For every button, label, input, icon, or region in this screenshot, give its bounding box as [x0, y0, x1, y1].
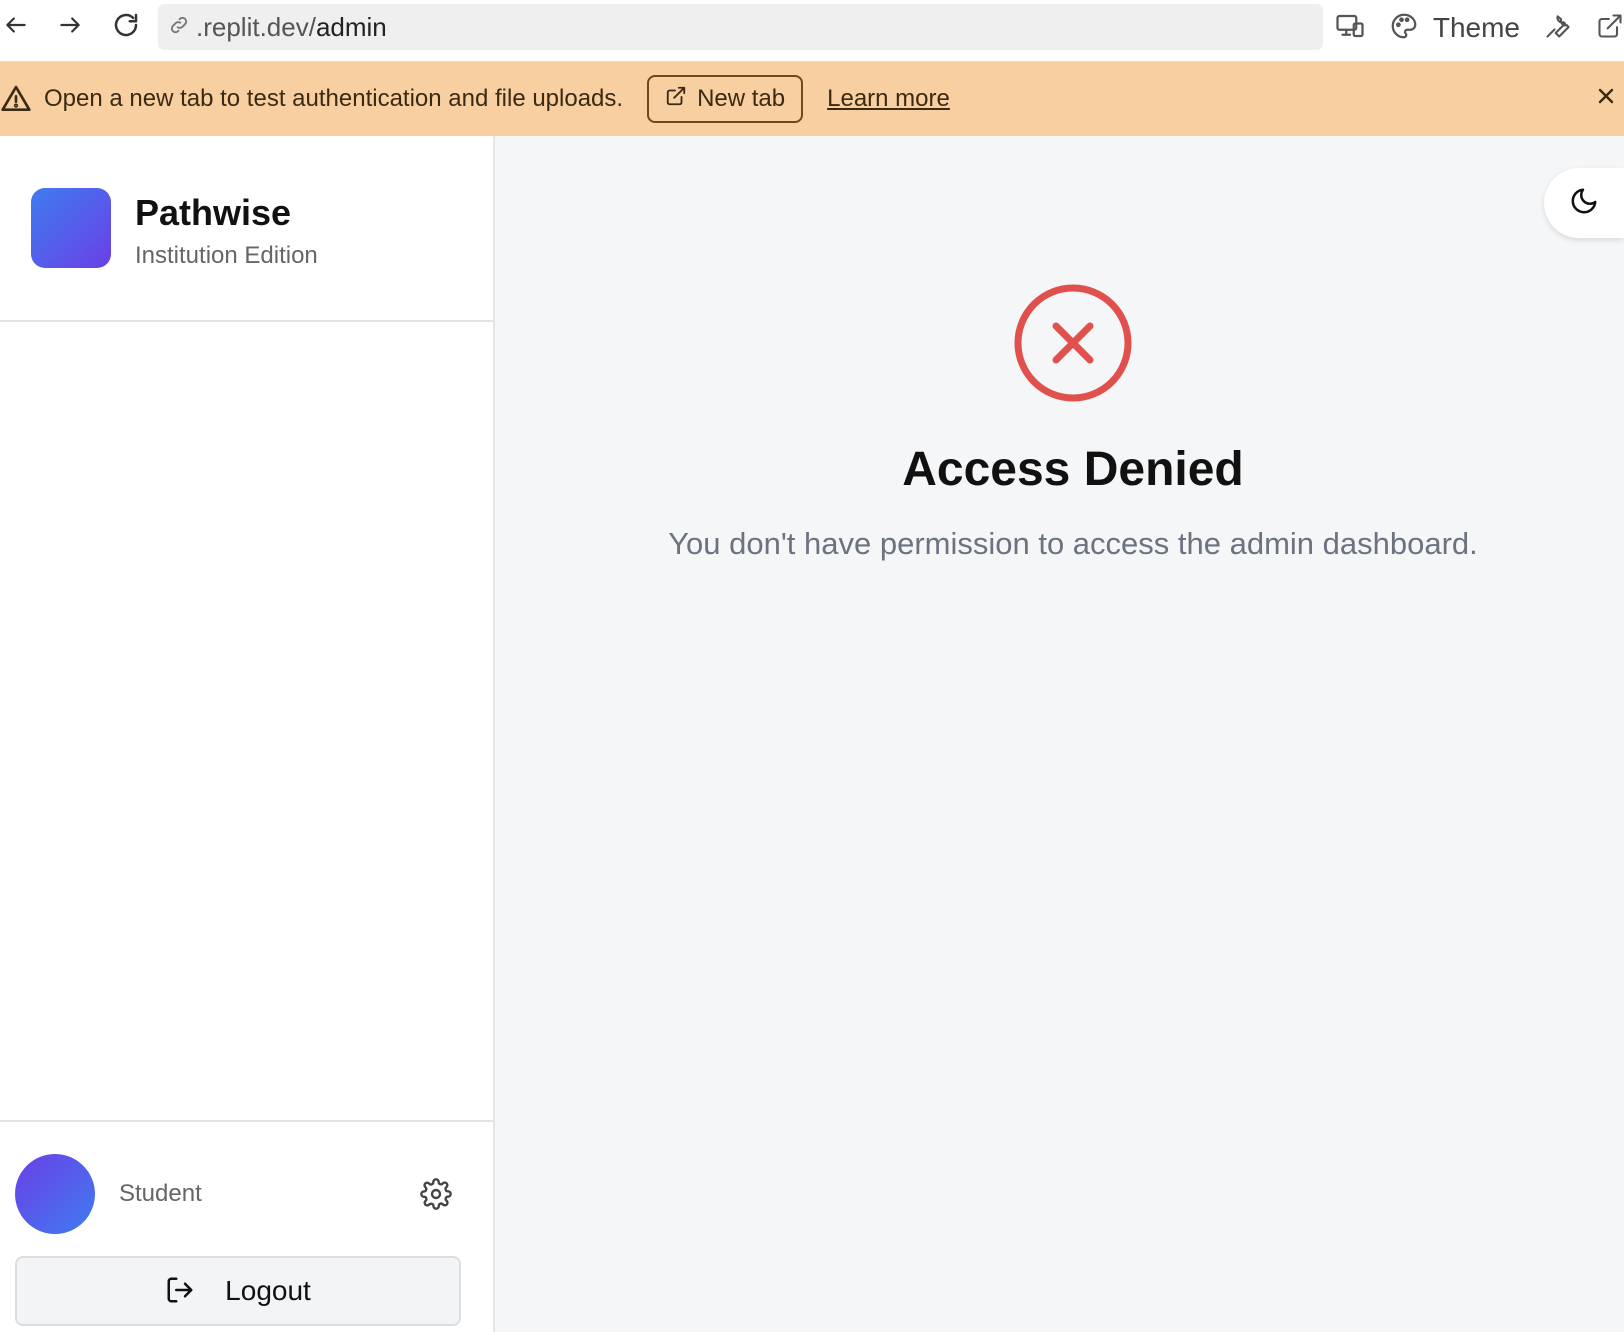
external-link-icon: [665, 85, 697, 114]
user-panel: Student Logout: [0, 1120, 493, 1332]
external-link-icon: [1596, 12, 1624, 45]
settings-button[interactable]: [420, 1178, 454, 1212]
error-message: You don't have permission to access the …: [668, 526, 1478, 561]
url-domain: .replit.dev/: [196, 11, 316, 42]
brand-logo: [31, 188, 111, 268]
reload-icon: [111, 10, 141, 45]
theme-button[interactable]: Theme: [1377, 11, 1532, 46]
moon-icon: [1569, 186, 1599, 221]
forward-arrow-icon: [57, 12, 83, 43]
devices-icon: [1335, 11, 1365, 46]
open-external-button[interactable]: [1584, 12, 1624, 45]
browser-toolbar: .replit.dev/admin Theme: [0, 0, 1624, 62]
logout-button[interactable]: Logout: [15, 1256, 461, 1326]
x-circle-icon: [1013, 283, 1133, 403]
dark-mode-toggle[interactable]: [1544, 168, 1624, 238]
brand-header: Pathwise Institution Edition: [0, 136, 493, 322]
toolbar-actions: Theme: [1323, 0, 1624, 56]
new-tab-button[interactable]: New tab: [647, 75, 804, 123]
brand-subtitle: Institution Edition: [135, 242, 318, 269]
main-content: Access Denied You don't have permission …: [495, 136, 1624, 1332]
warning-icon: [0, 83, 32, 115]
forward-button[interactable]: [48, 5, 92, 49]
avatar: [15, 1154, 95, 1234]
logout-icon: [165, 1275, 225, 1308]
back-arrow-icon: [3, 12, 29, 43]
devtools-button[interactable]: [1532, 12, 1584, 45]
warning-banner: Open a new tab to test authentication an…: [0, 62, 1624, 136]
page-title: Access Denied: [902, 443, 1244, 496]
brand-name: Pathwise: [135, 192, 292, 233]
link-icon: [168, 12, 196, 43]
close-icon: [1594, 88, 1618, 112]
back-button[interactable]: [0, 5, 38, 49]
new-tab-label: New tab: [697, 85, 786, 112]
wrench-icon: [1544, 12, 1572, 45]
learn-more-link[interactable]: Learn more: [827, 85, 950, 113]
banner-message: Open a new tab to test authentication an…: [44, 85, 624, 112]
sidebar: Pathwise Institution Edition Student Log…: [0, 136, 495, 1332]
gear-icon: [420, 1178, 452, 1214]
palette-icon: [1389, 11, 1419, 46]
banner-close-button[interactable]: [1594, 84, 1624, 114]
devices-button[interactable]: [1323, 11, 1377, 46]
address-bar[interactable]: .replit.dev/admin: [158, 4, 1323, 50]
reload-button[interactable]: [104, 5, 148, 49]
logout-label: Logout: [225, 1275, 311, 1306]
theme-label: Theme: [1432, 12, 1520, 43]
url-path: admin: [315, 11, 387, 42]
user-role: Student: [119, 1180, 202, 1207]
